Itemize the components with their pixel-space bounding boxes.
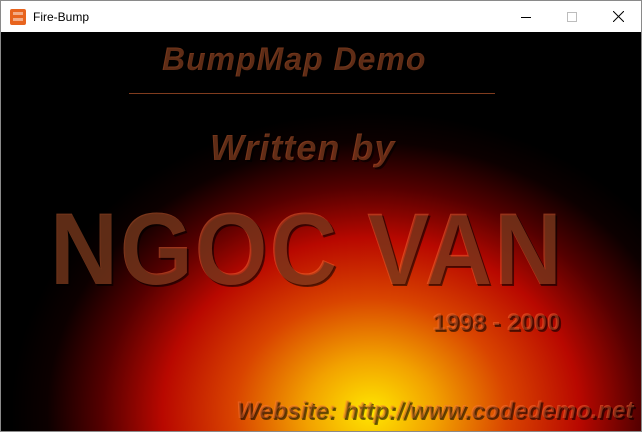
minimize-button[interactable] — [503, 1, 549, 32]
heading-underline — [129, 94, 495, 97]
minimize-icon — [521, 16, 531, 18]
close-button[interactable] — [595, 1, 641, 32]
window-title: Fire-Bump — [33, 9, 90, 24]
app-window: Fire-Bump BumpMap Demo Written by NGOC V… — [0, 0, 642, 432]
demo-canvas[interactable]: BumpMap Demo Written by NGOC VAN 1998 - … — [1, 32, 641, 431]
close-icon — [612, 11, 624, 22]
written-by-text: Written by — [211, 128, 397, 169]
maximize-button[interactable] — [549, 1, 595, 32]
maximize-icon — [567, 11, 577, 22]
author-name: NGOC VAN — [51, 193, 565, 307]
window-controls — [503, 1, 641, 32]
website-text: Website: http://www.codedemo.net — [237, 398, 635, 425]
years-text: 1998 - 2000 — [433, 310, 562, 337]
title-bar[interactable]: Fire-Bump — [1, 1, 641, 32]
app-icon[interactable] — [10, 8, 26, 25]
demo-heading: BumpMap Demo — [163, 42, 428, 78]
